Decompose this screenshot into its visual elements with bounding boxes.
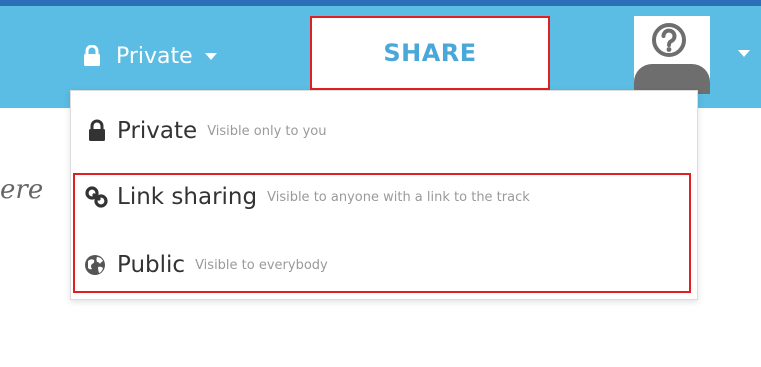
help-icon[interactable] — [651, 22, 687, 58]
lock-icon — [83, 119, 111, 143]
background-partial-text: ere — [0, 175, 44, 205]
avatar[interactable] — [634, 16, 710, 94]
privacy-option-private[interactable]: Private Visible only to you — [83, 109, 327, 153]
option-description: Visible only to you — [207, 123, 327, 139]
lock-icon — [82, 44, 102, 67]
link-icon — [83, 185, 111, 209]
privacy-dropdown-menu: Private Visible only to you Link sharing… — [70, 90, 698, 300]
avatar-menu-chevron-icon[interactable] — [738, 50, 750, 57]
share-button[interactable]: SHARE — [310, 16, 550, 90]
privacy-option-public[interactable]: Public Visible to everybody — [83, 243, 328, 287]
privacy-label: Private — [116, 43, 193, 69]
option-label: Link sharing — [117, 184, 258, 210]
option-description: Visible to anyone with a link to the tra… — [267, 189, 530, 205]
privacy-dropdown-toggle[interactable]: Private — [82, 36, 217, 76]
chevron-down-icon — [204, 52, 217, 60]
option-description: Visible to everybody — [195, 257, 328, 273]
privacy-option-link-sharing[interactable]: Link sharing Visible to anyone with a li… — [83, 175, 530, 219]
globe-icon — [83, 253, 111, 277]
option-label: Public — [117, 252, 186, 278]
option-label: Private — [117, 118, 198, 144]
